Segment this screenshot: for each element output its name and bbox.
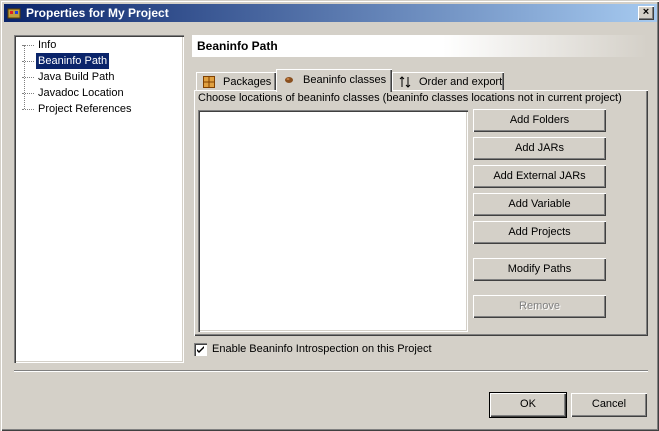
tab-beaninfo-classes[interactable]: Beaninfo classes [276,69,392,92]
checkmark-icon [197,346,204,353]
tree-item-label: Beaninfo Path [34,52,111,70]
page-title: Beaninfo Path [192,35,648,57]
window-title: Properties for My Project [26,6,169,20]
tree-dots [22,77,34,78]
title-bar[interactable]: Properties for My Project × [4,4,657,22]
add-external-jars-button[interactable]: Add External JARs [473,165,606,188]
panel-description: Choose locations of beaninfo classes (be… [198,92,622,104]
tab-packages[interactable]: Packages [196,72,276,91]
beaninfo-icon [285,77,293,83]
tree-item-label: Info [38,39,57,51]
packages-icon [203,76,215,88]
tree-item-label: Project References [38,103,132,115]
add-variable-button[interactable]: Add Variable [473,193,606,216]
modify-paths-button[interactable]: Modify Paths [473,258,606,281]
add-projects-button[interactable]: Add Projects [473,221,606,244]
divider [14,370,648,372]
ok-button[interactable]: OK [489,392,567,418]
tree-item-label: Javadoc Location [38,87,124,99]
tab-label: Order and export [419,76,503,88]
enable-introspection-checkbox[interactable] [194,343,207,356]
add-jars-button[interactable]: Add JARs [473,137,606,160]
checkbox-label: Enable Beaninfo Introspection on this Pr… [212,343,432,355]
properties-dialog: Properties for My Project × Info Beaninf… [0,0,659,431]
tree-dots [22,109,34,110]
tree-dots [22,61,34,62]
add-folders-button[interactable]: Add Folders [473,109,606,132]
project-icon [7,8,21,19]
remove-button[interactable]: Remove [473,295,606,318]
tree-item-label: Java Build Path [38,71,115,83]
close-button[interactable]: × [638,6,654,20]
tree-dots [22,93,34,94]
property-tree: Info Beaninfo Path Java Build Path Javad… [14,35,184,363]
order-arrows-icon [399,76,411,88]
cancel-button[interactable]: Cancel [571,393,647,417]
tree-dots [22,45,34,46]
tab-label: Packages [223,76,272,88]
beaninfo-locations-list[interactable] [198,110,468,332]
tab-label: Beaninfo classes [303,74,387,86]
tab-order-and-export[interactable]: Order and export [392,72,504,91]
